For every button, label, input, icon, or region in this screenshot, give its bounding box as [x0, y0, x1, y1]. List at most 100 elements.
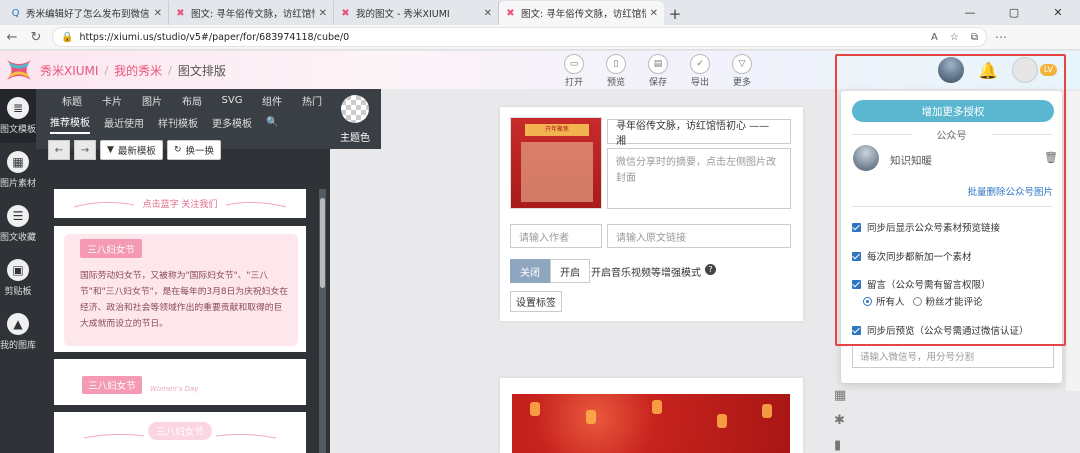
prev-arrow-icon[interactable]: ← [48, 140, 70, 160]
template-card[interactable]: 三八妇女节 国际劳动妇女节，又被称为"国际妇女节"、"三八节"和"三八妇女节"，… [54, 226, 306, 352]
template-card[interactable]: 三八妇女节 [54, 412, 306, 453]
my-xiumi-link[interactable]: 我的秀米 [114, 62, 162, 79]
side-tools: ▦ ✱ ▮ [834, 388, 846, 453]
search-icon[interactable]: 🔍 [266, 114, 278, 131]
rail-item-templates[interactable]: ≣ 图文模板 [0, 89, 36, 143]
search-icon: Q [11, 7, 20, 19]
tab-hot[interactable]: 热门 [292, 93, 332, 108]
tab-recent[interactable]: 最近使用 [104, 112, 144, 133]
rail-item-clipboard[interactable]: ▣ 剪贴板 [0, 251, 36, 305]
url-text: https://xiumi.us/studio/v5#/paper/for/68… [79, 31, 350, 43]
wechat-id-input[interactable]: 请输入微信号，用分号分割 [852, 344, 1054, 368]
collections-icon[interactable]: ⧉ [971, 32, 978, 43]
toggle-off-button[interactable]: 关闭 [510, 259, 550, 283]
back-icon[interactable]: ← [0, 30, 24, 45]
separator: / [104, 63, 109, 77]
browser-tab[interactable]: Q 秀米编辑好了怎么发布到微信公众号 ✕ [4, 1, 169, 25]
source-link-input[interactable]: 请输入原文链接 [607, 224, 791, 248]
close-icon[interactable]: ✕ [650, 8, 658, 19]
tab-more-templates[interactable]: 更多模板 [212, 112, 252, 133]
article-settings-card: 开年聚焦 寻年俗传文脉，访红馆悟初心 —— 湘 微信分享时的摘要，点击左侧图片改… [500, 107, 803, 321]
latest-templates-button[interactable]: ▼ 最新模板 [100, 140, 163, 160]
digest-input[interactable]: 微信分享时的摘要，点击左侧图片改封面 [607, 148, 791, 209]
browser-tab[interactable]: ✖ 图文: 寻年俗传文脉，访红馆悟初心 ✕ [169, 1, 334, 25]
toolbar-label: 更多 [732, 78, 751, 88]
template-card[interactable]: 三八妇女节 Women's Day [54, 359, 306, 405]
author-input[interactable]: 请输入作者 [510, 224, 602, 248]
chart-icon[interactable]: ▮ [834, 438, 846, 453]
tab-image[interactable]: 图片 [132, 93, 172, 108]
address-bar: ← ↻ 🔒 https://xiumi.us/studio/v5#/paper/… [0, 25, 1080, 50]
url-field[interactable]: 🔒 https://xiumi.us/studio/v5#/paper/for/… [52, 27, 987, 47]
rail-item-gallery[interactable]: ▲ 我的图库 [0, 305, 36, 359]
tab-svg[interactable]: SVG [212, 95, 252, 106]
new-tab-button[interactable]: + [664, 3, 686, 25]
lantern-shape [652, 400, 662, 414]
open-icon: ▭ [564, 54, 584, 74]
rail-label: 图文收藏 [0, 233, 37, 243]
template-actions: ← → ▼ 最新模板 ↻ 换一换 [48, 140, 221, 160]
rail-item-favorites[interactable]: ☰ 图文收藏 [0, 197, 36, 251]
export-button[interactable]: ✓ 导出 [686, 54, 714, 88]
card-title: 三八妇女节 [148, 422, 212, 440]
minimize-icon[interactable]: — [948, 0, 992, 25]
toolbar-label: 预览 [606, 78, 625, 88]
rail-item-images[interactable]: ▦ 图片素材 [0, 143, 36, 197]
xiumi-logo-icon[interactable] [4, 55, 34, 85]
lantern-image [512, 394, 790, 453]
article-content-block[interactable] [500, 378, 803, 453]
close-window-icon[interactable]: ✕ [1036, 0, 1080, 25]
more-button[interactable]: ▽ 更多 [728, 54, 756, 88]
tab-label: 我的图文 - 秀米XIUMI [356, 9, 450, 20]
brand-name[interactable]: 秀米XIUMI [40, 62, 98, 79]
save-button[interactable]: ▤ 保存 [644, 54, 672, 88]
open-button[interactable]: ▭ 打开 [560, 54, 588, 88]
close-icon[interactable]: ✕ [484, 8, 492, 19]
reload-icon[interactable]: ↻ [24, 30, 48, 45]
favorite-icon: ☰ [7, 205, 29, 227]
close-icon[interactable]: ✕ [319, 8, 327, 19]
more-icon[interactable]: ⋯ [995, 30, 1007, 44]
read-aloud-icon[interactable]: A [931, 32, 938, 43]
browser-tab[interactable]: ✖ 我的图文 - 秀米XIUMI ✕ [334, 1, 499, 25]
lantern-shape [586, 410, 596, 424]
help-icon[interactable]: ? [705, 264, 716, 275]
save-icon: ▤ [648, 54, 668, 74]
cover-art [521, 142, 593, 202]
browser-tab-active[interactable]: ✖ 图文: 寻年俗传文脉，访红馆悟初心 ✕ [499, 1, 664, 25]
gear-icon[interactable]: ✱ [834, 413, 846, 428]
grid-icon[interactable]: ▦ [834, 388, 846, 403]
lock-icon: 🔒 [61, 31, 74, 43]
shuffle-button[interactable]: ↻ 换一换 [166, 140, 221, 160]
tab-sample[interactable]: 样刊模板 [158, 112, 198, 133]
card-title: 三八妇女节 [80, 239, 142, 258]
rail-label: 我的图库 [0, 341, 37, 351]
tab-layout[interactable]: 布局 [172, 93, 212, 108]
tab-component[interactable]: 组件 [252, 93, 292, 108]
toolbar-label: 导出 [690, 78, 709, 88]
cover-image[interactable]: 开年聚焦 [510, 117, 602, 209]
theme-color-button[interactable]: 主题色 [332, 91, 378, 147]
sub-tabs: 推荐模板 最近使用 样刊模板 更多模板 🔍 [36, 111, 381, 134]
page-name: 图文排版 [177, 63, 226, 78]
template-card[interactable]: 点击蓝字 关注我们 [54, 189, 306, 218]
tab-title[interactable]: 标题 [52, 93, 92, 108]
preview-button[interactable]: ▯ 预览 [602, 54, 630, 88]
template-icon: ≣ [7, 97, 29, 119]
tab-label: 秀米编辑好了怎么发布到微信公众号 [26, 9, 150, 20]
toggle-on-button[interactable]: 开启 [550, 259, 590, 283]
maximize-icon[interactable]: ▢ [992, 0, 1036, 25]
next-arrow-icon[interactable]: → [74, 140, 96, 160]
tab-card[interactable]: 卡片 [92, 93, 132, 108]
tab-recommended[interactable]: 推荐模板 [50, 111, 90, 134]
scrollbar-thumb[interactable] [320, 198, 325, 288]
more-icon: ▽ [732, 54, 752, 74]
tab-label: 图文: 寻年俗传文脉，访红馆悟初心 [191, 9, 315, 20]
rail-label: 剪贴板 [4, 287, 32, 297]
set-tags-button[interactable]: 设置标签 [510, 291, 562, 312]
star-icon[interactable]: ☆ [950, 32, 959, 43]
rail-label: 图文模板 [0, 125, 37, 135]
close-icon[interactable]: ✕ [154, 8, 162, 19]
title-input[interactable]: 寻年俗传文脉，访红馆悟初心 —— 湘 [607, 119, 791, 147]
theme-color-label: 主题色 [340, 133, 370, 144]
